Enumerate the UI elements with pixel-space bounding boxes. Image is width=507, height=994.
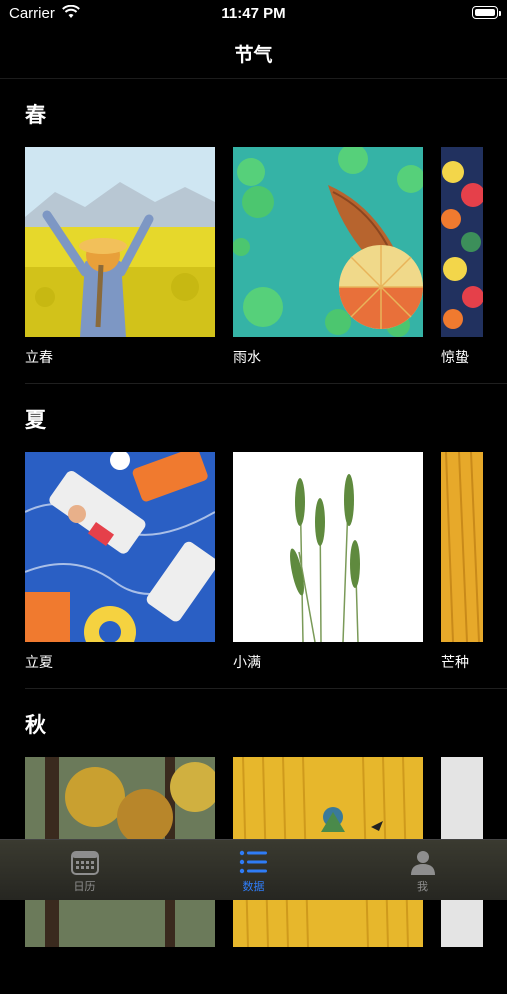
page-title: 节气: [234, 44, 273, 66]
tab-label: 我: [417, 880, 428, 893]
section-title: 春: [25, 103, 46, 127]
term-label: 雨水: [233, 350, 261, 366]
term-label: 芒种: [441, 655, 469, 671]
term-label: 惊蛰: [441, 350, 469, 366]
term-card-mangzhong[interactable]: 芒种: [441, 452, 483, 672]
battery-icon: [472, 6, 501, 19]
term-card-lichun[interactable]: 立春: [25, 147, 215, 367]
term-card-jingzhe[interactable]: 惊蛰: [441, 147, 483, 367]
term-image: [441, 147, 483, 337]
term-image: [233, 147, 423, 337]
term-label: 立春: [25, 350, 53, 366]
tab-calendar[interactable]: 日历: [0, 840, 169, 900]
term-card-lixia[interactable]: 立夏: [25, 452, 215, 672]
person-icon: [410, 851, 435, 875]
section-title: 秋: [25, 713, 46, 737]
section-summer: 夏 立夏 小满 芒种: [0, 384, 507, 689]
tab-label: 日历: [73, 880, 96, 893]
tab-bar: 日历 数据 我: [0, 839, 507, 900]
section-spring: 春 立春 雨水 惊蛰: [0, 79, 507, 384]
list-icon: [239, 850, 267, 874]
status-bar: Carrier 11:47 PM: [0, 0, 507, 28]
calendar-icon: [70, 851, 99, 875]
clock: 11:47 PM: [221, 5, 286, 22]
tab-data[interactable]: 数据: [169, 840, 338, 900]
term-image: [25, 147, 215, 337]
navigation-bar: 节气: [0, 28, 507, 79]
term-label: 立夏: [25, 655, 53, 671]
term-image: [233, 452, 423, 642]
term-image: [441, 452, 483, 642]
tab-label: 数据: [242, 880, 265, 893]
term-card-xiaoman[interactable]: 小满: [233, 452, 423, 672]
term-label: 小满: [233, 655, 261, 671]
section-title: 夏: [25, 408, 46, 432]
term-image: [25, 452, 215, 642]
tab-me[interactable]: 我: [338, 840, 507, 900]
term-card-yushui[interactable]: 雨水: [233, 147, 423, 367]
